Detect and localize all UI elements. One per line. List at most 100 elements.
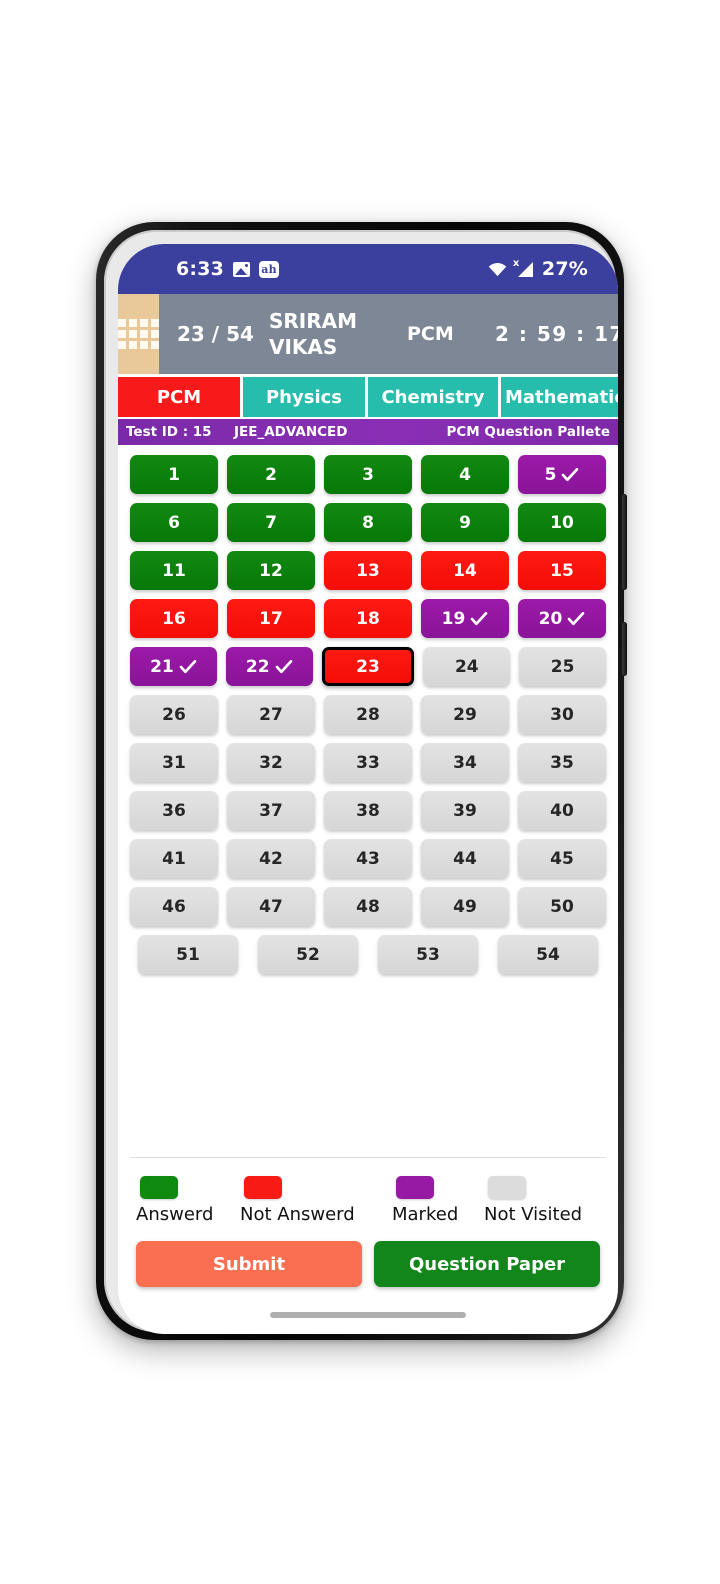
question-cell-19[interactable]: 19 (421, 599, 509, 638)
question-paper-button[interactable]: Question Paper (374, 1241, 600, 1287)
question-cell-10[interactable]: 10 (518, 503, 606, 542)
question-number-label: 51 (176, 944, 200, 965)
question-cell-48[interactable]: 48 (324, 887, 412, 926)
question-number-label: 29 (453, 704, 477, 725)
question-number-label: 50 (550, 896, 574, 917)
question-cell-43[interactable]: 43 (324, 839, 412, 878)
question-cell-38[interactable]: 38 (324, 791, 412, 830)
question-cell-52[interactable]: 52 (258, 935, 358, 974)
question-cell-34[interactable]: 34 (421, 743, 509, 782)
tab-mathematics[interactable]: Mathematic (501, 377, 618, 417)
question-cell-1[interactable]: 1 (130, 455, 218, 494)
question-number-label: 36 (162, 800, 186, 821)
question-cell-53[interactable]: 53 (378, 935, 478, 974)
pallete-title-label: PCM Question Pallete (446, 424, 610, 440)
question-cell-31[interactable]: 31 (130, 743, 218, 782)
question-number-label: 40 (550, 800, 574, 821)
legend-swatch-marked (396, 1176, 434, 1199)
check-icon (275, 659, 292, 673)
question-number-label: 49 (453, 896, 477, 917)
question-number-label: 9 (459, 512, 471, 533)
question-cell-7[interactable]: 7 (227, 503, 315, 542)
question-cell-18[interactable]: 18 (324, 599, 412, 638)
tab-chemistry[interactable]: Chemistry (368, 377, 498, 417)
question-cell-13[interactable]: 13 (324, 551, 412, 590)
question-number-label: 14 (453, 560, 477, 581)
question-number-label: 43 (356, 848, 380, 869)
question-cell-36[interactable]: 36 (130, 791, 218, 830)
question-cell-46[interactable]: 46 (130, 887, 218, 926)
question-cell-33[interactable]: 33 (324, 743, 412, 782)
tab-physics[interactable]: Physics (243, 377, 365, 417)
question-number-label: 19 (441, 608, 466, 629)
question-cell-37[interactable]: 37 (227, 791, 315, 830)
question-cell-28[interactable]: 28 (324, 695, 412, 734)
question-cell-2[interactable]: 2 (227, 455, 315, 494)
palette-row: 36 37 38 39 40 (130, 791, 606, 830)
question-cell-47[interactable]: 47 (227, 887, 315, 926)
question-number-label: 2 (265, 464, 277, 485)
question-cell-39[interactable]: 39 (421, 791, 509, 830)
question-cell-21[interactable]: 21 (130, 647, 217, 686)
legend-label-marked: Marked (392, 1204, 459, 1225)
question-cell-12[interactable]: 12 (227, 551, 315, 590)
question-cell-50[interactable]: 50 (518, 887, 606, 926)
question-cell-14[interactable]: 14 (421, 551, 509, 590)
question-cell-41[interactable]: 41 (130, 839, 218, 878)
question-cell-45[interactable]: 45 (518, 839, 606, 878)
question-cell-8[interactable]: 8 (324, 503, 412, 542)
volume-button[interactable] (622, 494, 627, 590)
question-cell-30[interactable]: 30 (518, 695, 606, 734)
question-number-label: 48 (356, 896, 380, 917)
grid-icon (118, 319, 159, 349)
grid-app-icon[interactable] (118, 294, 159, 374)
palette-row: 16 17 18 19 20 (130, 599, 606, 638)
question-cell-15[interactable]: 15 (518, 551, 606, 590)
student-name-line1: SRIRAM (269, 309, 358, 333)
question-cell-3[interactable]: 3 (324, 455, 412, 494)
question-cell-26[interactable]: 26 (130, 695, 218, 734)
question-cell-54[interactable]: 54 (498, 935, 598, 974)
question-palette: 1 2 3 4 5 6 7 8 9 10 11 12 13 14 15 16 17 18 19 20 21 22 23 24 2… (118, 445, 618, 1157)
legend-swatch-not-visited (488, 1176, 526, 1199)
power-button[interactable] (622, 622, 627, 676)
submit-button[interactable]: Submit (136, 1241, 362, 1287)
question-cell-51[interactable]: 51 (138, 935, 238, 974)
question-cell-5[interactable]: 5 (518, 455, 606, 494)
tab-pcm[interactable]: PCM (118, 377, 240, 417)
question-number-label: 4 (459, 464, 471, 485)
question-cell-4[interactable]: 4 (421, 455, 509, 494)
question-cell-49[interactable]: 49 (421, 887, 509, 926)
question-cell-6[interactable]: 6 (130, 503, 218, 542)
question-number-label: 42 (259, 848, 283, 869)
question-cell-25[interactable]: 25 (519, 647, 606, 686)
question-cell-11[interactable]: 11 (130, 551, 218, 590)
question-number-label: 6 (168, 512, 180, 533)
question-cell-27[interactable]: 27 (227, 695, 315, 734)
question-number-label: 53 (416, 944, 440, 965)
question-cell-29[interactable]: 29 (421, 695, 509, 734)
question-cell-16[interactable]: 16 (130, 599, 218, 638)
question-number-label: 12 (259, 560, 283, 581)
test-id-label: Test ID : 15 (126, 424, 212, 440)
question-cell-22[interactable]: 22 (225, 647, 313, 686)
app-header: 23 / 54 SRIRAM VIKAS PCM 2 : 59 : 17 (118, 294, 618, 374)
question-number-label: 54 (536, 944, 560, 965)
question-cell-20[interactable]: 20 (518, 599, 606, 638)
question-cell-42[interactable]: 42 (227, 839, 315, 878)
question-cell-40[interactable]: 40 (518, 791, 606, 830)
question-number-label: 21 (150, 656, 174, 677)
palette-row: 31 32 33 34 35 (130, 743, 606, 782)
header-subject-label: PCM (407, 323, 454, 345)
question-cell-9[interactable]: 9 (421, 503, 509, 542)
question-cell-24[interactable]: 24 (423, 647, 511, 686)
question-cell-44[interactable]: 44 (421, 839, 509, 878)
question-cell-23[interactable]: 23 (321, 647, 415, 686)
question-cell-35[interactable]: 35 (518, 743, 606, 782)
battery-percent-label: 27% (541, 258, 588, 280)
question-cell-32[interactable]: 32 (227, 743, 315, 782)
home-indicator[interactable] (270, 1312, 466, 1318)
phone-frame: 6:33 ah x 27% 23 / 54 SRIRAM VIKAS PCM 2… (96, 222, 627, 1340)
question-number-label: 1 (168, 464, 180, 485)
question-cell-17[interactable]: 17 (227, 599, 315, 638)
